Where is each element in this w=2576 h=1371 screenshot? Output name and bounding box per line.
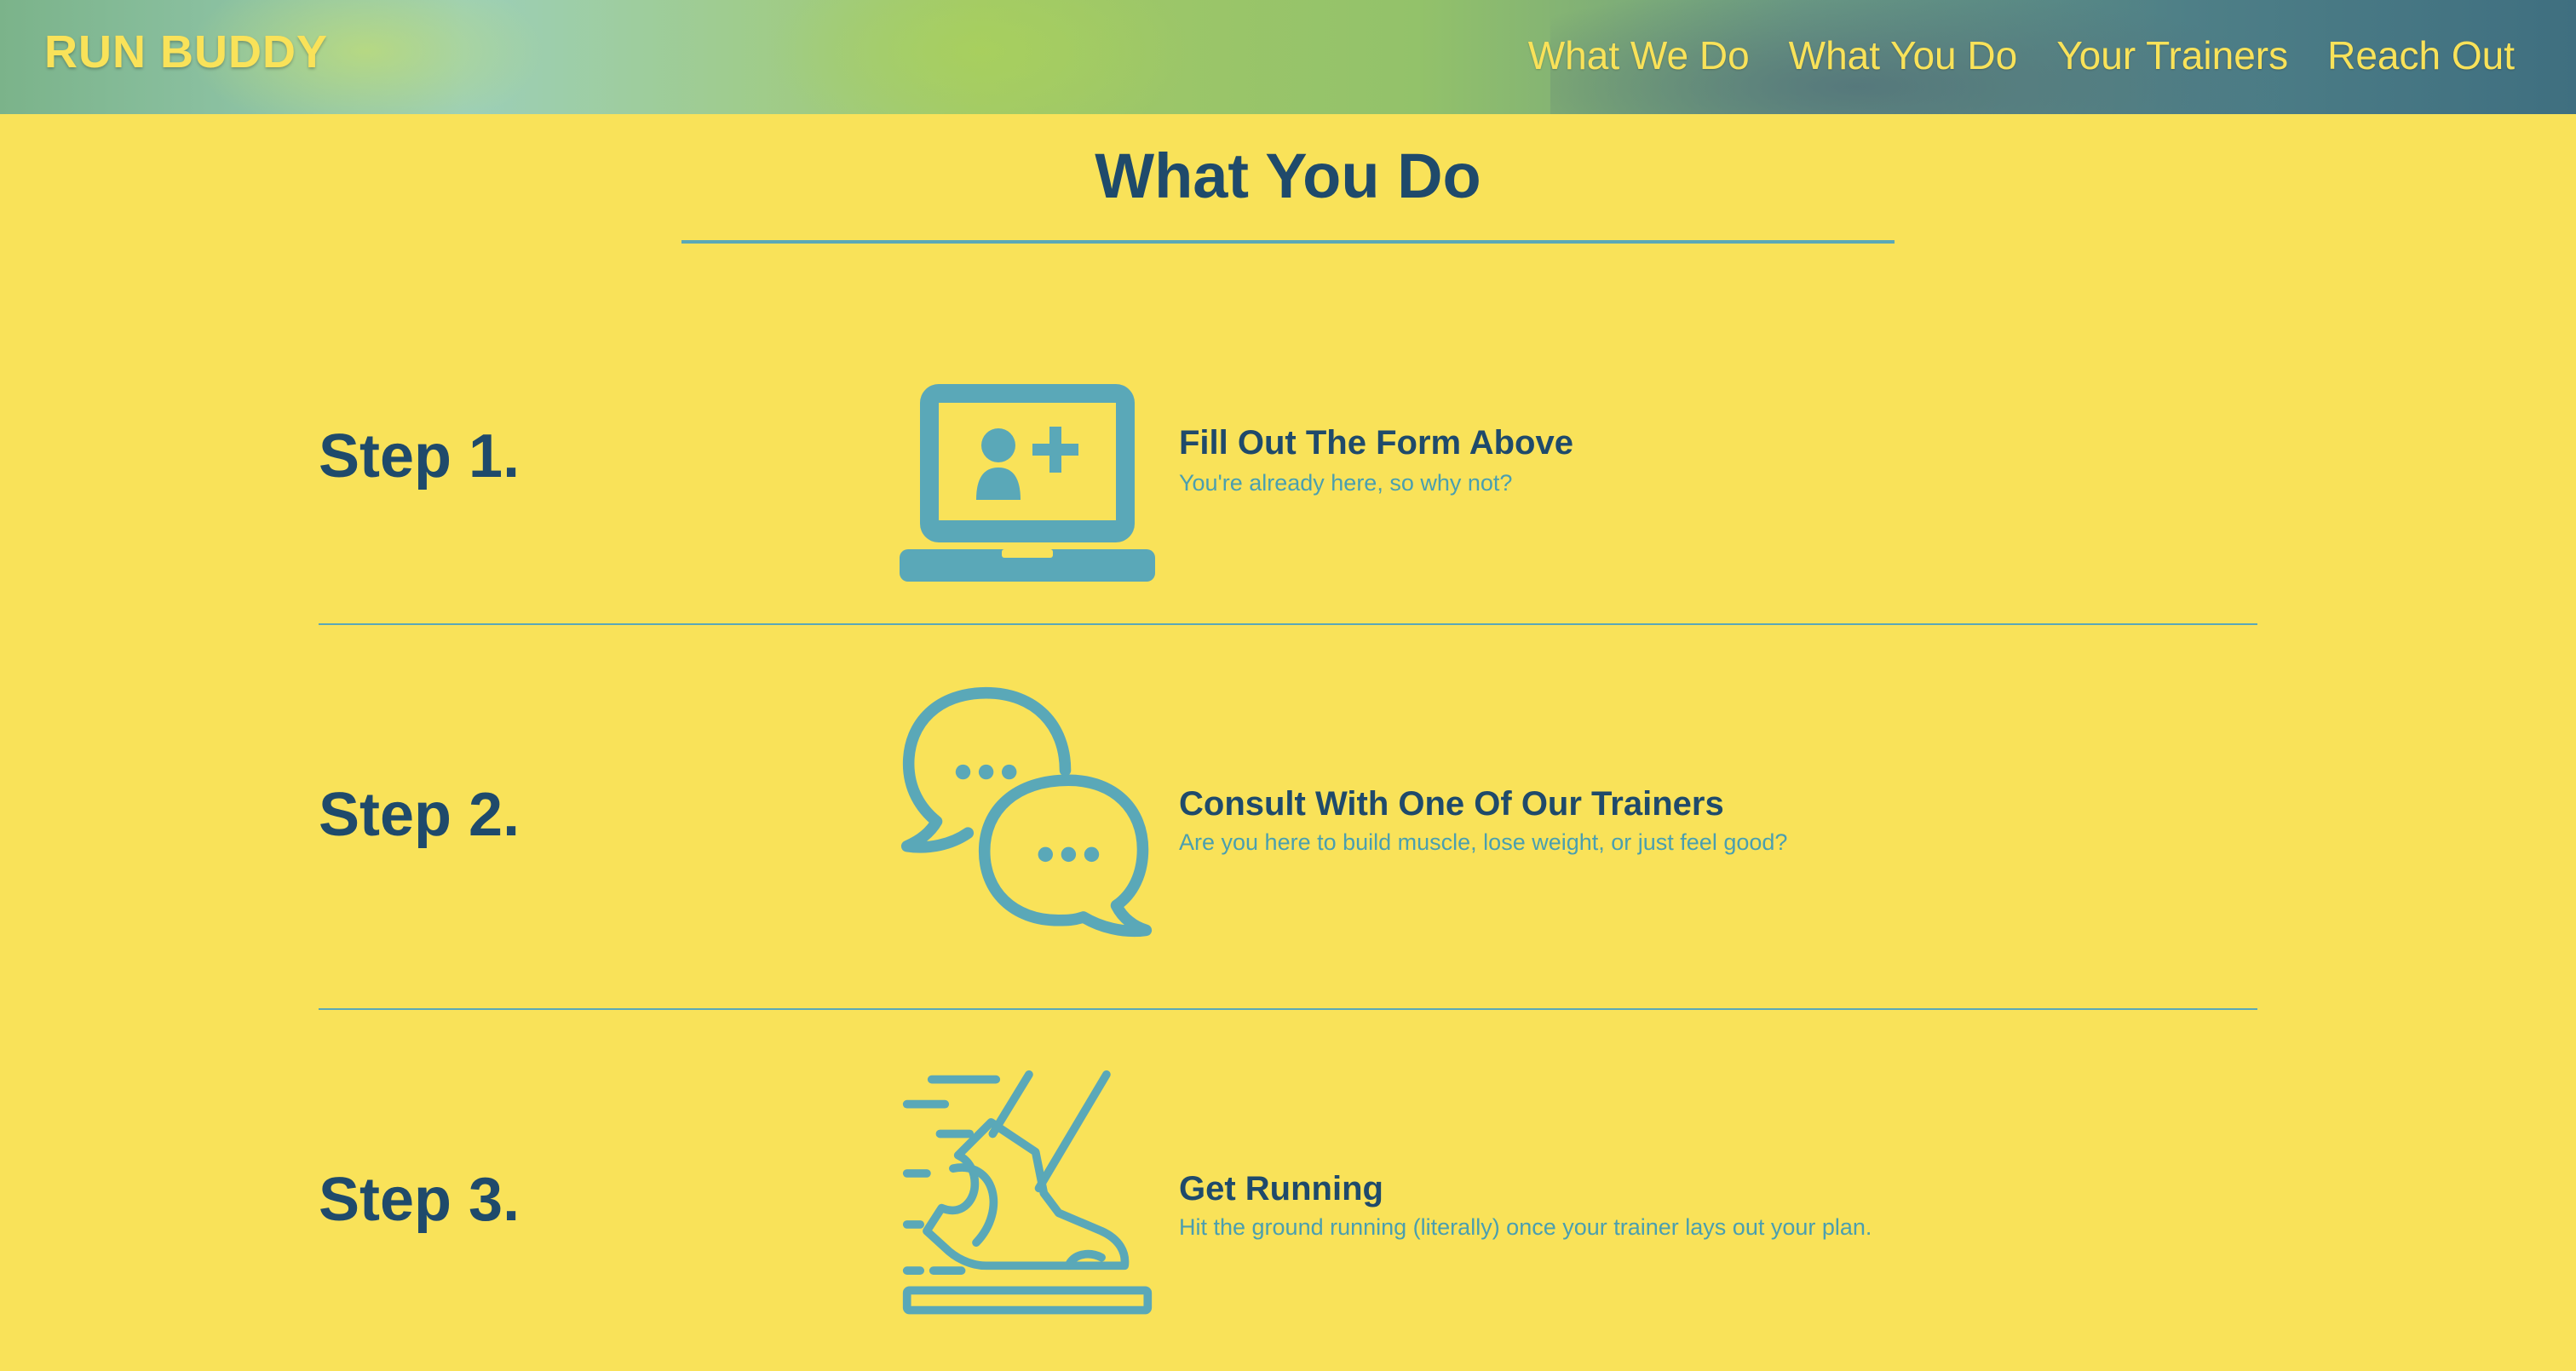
step-heading: Get Running — [1179, 1170, 1383, 1208]
nav-link-what-we-do[interactable]: What We Do — [1528, 32, 1750, 78]
chat-bubbles-icon — [900, 686, 1153, 938]
laptop-add-user-icon — [900, 384, 1155, 582]
nav-link-reach-out[interactable]: Reach Out — [2327, 32, 2515, 78]
step-label: Step 1. — [319, 422, 520, 490]
main-nav: What We Do What You Do Your Trainers Rea… — [1528, 32, 2515, 78]
step-label: Step 3. — [319, 1166, 520, 1234]
step-1: Step 1. Fill Out The Form Above You're a… — [319, 341, 2257, 596]
nav-link-your-trainers[interactable]: Your Trainers — [2056, 32, 2288, 78]
step-description: Hit the ground running (literally) once … — [1179, 1214, 1872, 1240]
step-heading: Fill Out The Form Above — [1179, 424, 1573, 462]
step-2: Step 2. Consult With One Of Our Trainers… — [319, 685, 2257, 949]
site-logo[interactable]: RUN BUDDY — [44, 26, 328, 78]
step-divider — [319, 623, 2257, 625]
running-shoe-icon — [902, 1070, 1153, 1315]
step-description: You're already here, so why not? — [1179, 470, 1513, 496]
nav-link-what-you-do[interactable]: What You Do — [1789, 32, 2018, 78]
step-divider — [319, 1008, 2257, 1010]
step-label: Step 2. — [319, 781, 520, 849]
step-3: Step 3. Get Running Hit the ground runni… — [319, 1070, 2257, 1334]
step-heading: Consult With One Of Our Trainers — [1179, 785, 1724, 823]
site-header: RUN BUDDY What We Do What You Do Your Tr… — [0, 0, 2576, 114]
step-description: Are you here to build muscle, lose weigh… — [1179, 829, 1788, 855]
title-underline — [681, 240, 1895, 244]
section-title: What You Do — [1095, 141, 1481, 211]
